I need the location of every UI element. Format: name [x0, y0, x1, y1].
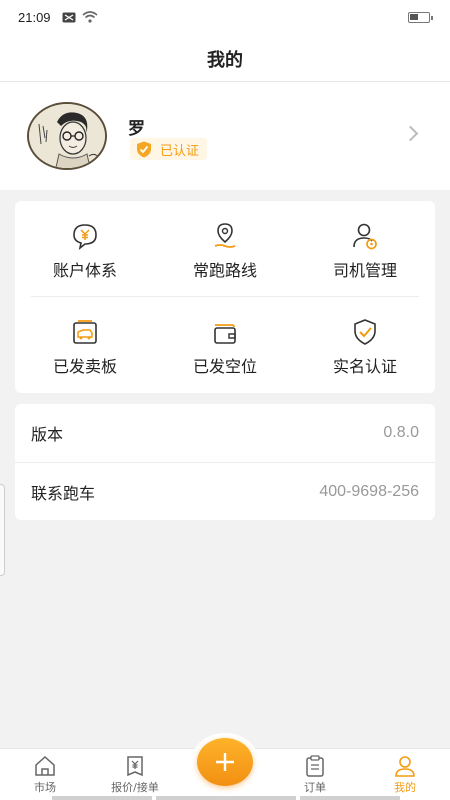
- avatar-portrait-icon: [29, 104, 105, 168]
- grid-item-empty-slots[interactable]: 已发空位: [155, 297, 295, 393]
- tab-quote[interactable]: 报价/接单: [90, 749, 180, 800]
- user-icon: [395, 756, 415, 777]
- version-value: 0.8.0: [383, 424, 419, 441]
- verified-label: 已认证: [160, 143, 200, 159]
- notification-icon: [62, 12, 76, 22]
- grid-label: 账户体系: [52, 261, 117, 280]
- status-time: 21:09: [18, 10, 51, 25]
- status-icons: [62, 11, 98, 23]
- version-label: 版本: [31, 425, 64, 444]
- location-pin-icon: [214, 223, 236, 248]
- page-title: 我的: [207, 49, 243, 71]
- function-grid: 账户体系 常跑路线 司机管理 已发卖板 已发空位 实名认证: [15, 201, 435, 393]
- grid-label: 常跑路线: [192, 261, 257, 280]
- battery-icon: [408, 12, 433, 23]
- chevron-right-icon: [402, 125, 419, 142]
- grid-item-account[interactable]: 账户体系: [15, 201, 155, 297]
- wifi-icon: [82, 11, 98, 23]
- profile-card[interactable]: 罗 已认证: [0, 82, 450, 190]
- quote-icon: [127, 756, 143, 777]
- tab-label: 我的: [394, 781, 416, 794]
- grid-label: 已发空位: [192, 357, 257, 376]
- driver-icon: [353, 223, 377, 250]
- plus-icon: [216, 753, 234, 771]
- contact-row[interactable]: 联系跑车 400-9698-256: [15, 462, 435, 520]
- shield-check-icon: [137, 141, 151, 157]
- home-icon: [35, 755, 55, 776]
- user-name: 罗: [128, 119, 145, 139]
- add-button[interactable]: [197, 738, 253, 786]
- grid-item-sold-boards[interactable]: 已发卖板: [15, 297, 155, 393]
- nav-indicator-right: [300, 796, 400, 800]
- clipboard-icon: [306, 755, 324, 777]
- tab-label: 市场: [34, 781, 56, 794]
- grid-label: 已发卖板: [52, 357, 117, 376]
- contact-label: 联系跑车: [31, 483, 96, 503]
- grid-item-drivers[interactable]: 司机管理: [295, 201, 435, 297]
- truck-board-icon: [73, 320, 97, 344]
- grid-item-routes[interactable]: 常跑路线: [155, 201, 295, 297]
- verified-badge: 已认证: [130, 138, 208, 160]
- avatar[interactable]: [27, 102, 107, 170]
- tab-market[interactable]: 市场: [0, 749, 90, 800]
- grid-label: 司机管理: [332, 261, 397, 280]
- tab-mine[interactable]: 我的: [360, 749, 450, 800]
- status-bar: 21:09: [0, 0, 450, 36]
- tab-label: 订单: [304, 781, 326, 794]
- contact-phone[interactable]: 400-9698-256: [319, 483, 419, 501]
- tab-orders[interactable]: 订单: [270, 749, 360, 800]
- nav-indicator-left: [52, 796, 152, 800]
- yuan-bubble-icon: [73, 224, 97, 250]
- wallet-icon: [214, 324, 236, 344]
- version-row[interactable]: 版本 0.8.0: [15, 404, 435, 462]
- tab-label: 报价/接单: [111, 781, 159, 794]
- side-drawer-handle[interactable]: [0, 484, 5, 576]
- shield-check-icon: [354, 319, 376, 345]
- grid-label: 实名认证: [332, 357, 397, 376]
- nav-bar: 我的: [0, 36, 450, 82]
- info-card: 版本 0.8.0 联系跑车 400-9698-256: [15, 404, 435, 520]
- grid-item-real-name[interactable]: 实名认证: [295, 297, 435, 393]
- nav-indicator-center: [156, 796, 296, 800]
